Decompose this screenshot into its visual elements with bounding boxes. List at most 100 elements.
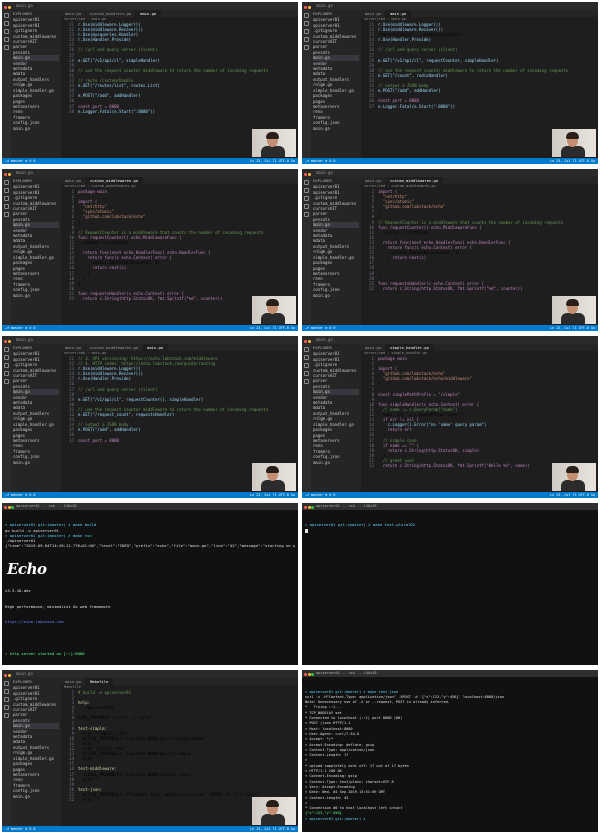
- explorer-item[interactable]: main.go: [13, 794, 59, 799]
- status-branch[interactable]: ⎇ master ⊗ 0 0: [5, 326, 35, 330]
- code-text: return c.String(http.StatusOK, simple): [378, 447, 480, 453]
- explorer-item[interactable]: main.go: [13, 126, 59, 131]
- source-control-icon[interactable]: [4, 196, 9, 201]
- status-position[interactable]: Ln 23, Col 71 UTF-8 Go: [550, 493, 595, 497]
- search-icon[interactable]: [304, 355, 309, 360]
- window-controls[interactable]: [304, 338, 314, 351]
- editor-tab[interactable]: main.go: [386, 10, 412, 17]
- minimize-icon[interactable]: [7, 173, 11, 176]
- extensions-icon[interactable]: [304, 45, 309, 50]
- files-icon[interactable]: [4, 347, 9, 352]
- explorer-item[interactable]: main.go: [313, 293, 359, 298]
- window-controls[interactable]: [304, 4, 314, 17]
- minimize-icon[interactable]: [7, 674, 11, 677]
- status-branch[interactable]: ⎇ master ⊗ 0 0: [5, 827, 35, 831]
- debug-icon[interactable]: [4, 204, 9, 209]
- status-branch[interactable]: ⎇ master ⊗ 0 0: [305, 159, 335, 163]
- explorer-item[interactable]: main.go: [313, 126, 359, 131]
- editor-tab[interactable]: main.go: [361, 344, 387, 351]
- editor-tab[interactable]: main.go: [61, 177, 87, 184]
- extensions-icon[interactable]: [304, 212, 309, 217]
- extensions-icon[interactable]: [4, 45, 9, 50]
- debug-icon[interactable]: [4, 371, 9, 376]
- window-controls[interactable]: [304, 171, 314, 184]
- editor-tab[interactable]: custom_middlewares.go: [86, 177, 144, 184]
- line-number: 22: [69, 295, 74, 301]
- files-icon[interactable]: [304, 180, 309, 185]
- editor-tab[interactable]: main.go: [361, 177, 387, 184]
- extensions-icon[interactable]: [4, 713, 9, 718]
- debug-icon[interactable]: [4, 705, 9, 710]
- status-branch[interactable]: ⎇ master ⊗ 0 0: [305, 326, 335, 330]
- editor-tab[interactable]: main.go: [361, 10, 387, 17]
- status-position[interactable]: Ln 23, Col 71 UTF-8 Go: [550, 159, 595, 163]
- files-icon[interactable]: [304, 13, 309, 18]
- close-icon[interactable]: [4, 674, 7, 677]
- explorer-item[interactable]: main.go: [13, 460, 59, 465]
- debug-icon[interactable]: [304, 204, 309, 209]
- status-position[interactable]: Ln 23, Col 71 UTF-8 Go: [250, 326, 295, 330]
- files-icon[interactable]: [4, 681, 9, 686]
- status-branch[interactable]: ⎇ master ⊗ 0 0: [5, 159, 35, 163]
- source-control-icon[interactable]: [304, 363, 309, 368]
- editor-tab[interactable]: main.go: [61, 10, 87, 17]
- extensions-icon[interactable]: [4, 379, 9, 384]
- status-position[interactable]: Ln 23, Col 71 UTF-8 Go: [250, 827, 295, 831]
- search-icon[interactable]: [4, 188, 9, 193]
- debug-icon[interactable]: [304, 371, 309, 376]
- minimize-icon[interactable]: [307, 340, 311, 343]
- source-control-icon[interactable]: [304, 29, 309, 34]
- terminal-window-json-test[interactable]: apiserver01 -- zsh -- 140x38 > apiserver…: [302, 670, 598, 832]
- files-icon[interactable]: [304, 347, 309, 352]
- editor-tab[interactable]: main.go: [136, 10, 162, 17]
- terminal-window-client[interactable]: apiserver01 -- zsh -- 140x38 > apiserver…: [302, 503, 598, 665]
- close-icon[interactable]: [4, 173, 7, 176]
- explorer-item[interactable]: main.go: [13, 293, 59, 298]
- editor-tab[interactable]: simple_handler.go: [386, 344, 434, 351]
- debug-icon[interactable]: [4, 37, 9, 42]
- status-position[interactable]: Ln 23, Col 71 UTF-8 Go: [550, 326, 595, 330]
- window-controls[interactable]: [4, 672, 14, 685]
- close-icon[interactable]: [304, 6, 307, 9]
- activity-bar: [2, 678, 11, 826]
- editor-tab[interactable]: custom_middlewares.go: [386, 177, 444, 184]
- editor-tab[interactable]: main.go: [61, 344, 87, 351]
- status-position[interactable]: Ln 23, Col 71 UTF-8 Go: [250, 493, 295, 497]
- window-controls[interactable]: [4, 171, 14, 184]
- search-icon[interactable]: [304, 188, 309, 193]
- extensions-icon[interactable]: [4, 212, 9, 217]
- debug-icon[interactable]: [304, 37, 309, 42]
- status-branch[interactable]: ⎇ master ⊗ 0 0: [305, 493, 335, 497]
- search-icon[interactable]: [304, 21, 309, 26]
- close-icon[interactable]: [4, 6, 7, 9]
- minimize-icon[interactable]: [307, 173, 311, 176]
- source-control-icon[interactable]: [304, 196, 309, 201]
- files-icon[interactable]: [4, 180, 9, 185]
- close-icon[interactable]: [4, 340, 7, 343]
- search-icon[interactable]: [4, 355, 9, 360]
- source-control-icon[interactable]: [4, 29, 9, 34]
- search-icon[interactable]: [4, 689, 9, 694]
- editor-tab[interactable]: custom_middlewares.go: [86, 344, 144, 351]
- close-icon[interactable]: [304, 173, 307, 176]
- close-icon[interactable]: [304, 340, 307, 343]
- window-controls[interactable]: [4, 338, 14, 351]
- minimize-icon[interactable]: [307, 6, 311, 9]
- window-controls[interactable]: [4, 4, 14, 17]
- search-icon[interactable]: [4, 21, 9, 26]
- minimize-icon[interactable]: [7, 6, 11, 9]
- extensions-icon[interactable]: [304, 379, 309, 384]
- status-branch[interactable]: ⎇ master ⊗ 0 0: [5, 493, 35, 497]
- window-title: main.go: [16, 170, 33, 175]
- editor-tab[interactable]: Makefile: [86, 678, 114, 685]
- minimize-icon[interactable]: [7, 340, 11, 343]
- status-position[interactable]: Ln 23, Col 71 UTF-8 Go: [250, 159, 295, 163]
- files-icon[interactable]: [4, 13, 9, 18]
- source-control-icon[interactable]: [4, 363, 9, 368]
- editor-tab[interactable]: main.go: [61, 678, 87, 685]
- editor-tab[interactable]: custom_handlers.go: [86, 10, 137, 17]
- source-control-icon[interactable]: [4, 697, 9, 702]
- terminal-window-server[interactable]: apiserver01 -- zsh -- 140x38 > apiserver…: [2, 503, 298, 665]
- explorer-item[interactable]: main.go: [313, 460, 359, 465]
- editor-tab[interactable]: main.go: [143, 344, 169, 351]
